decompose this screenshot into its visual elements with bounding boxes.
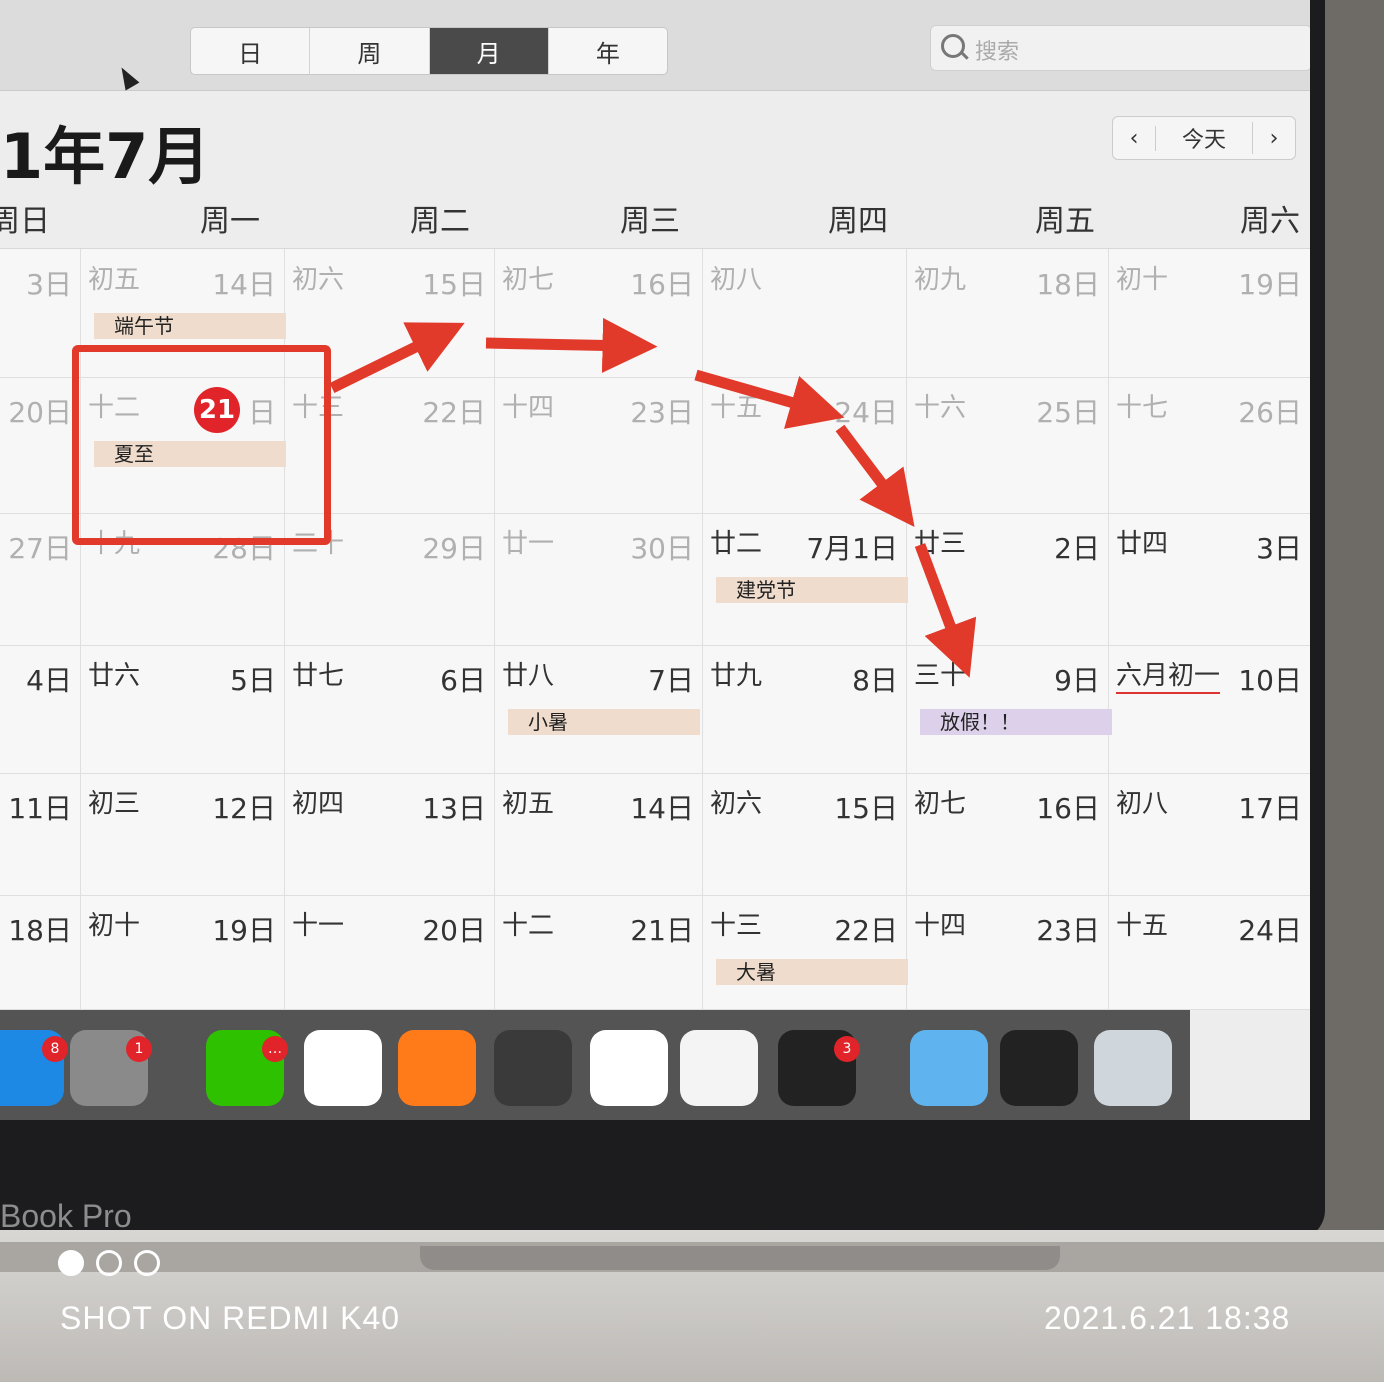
arrow-5 <box>914 543 977 678</box>
camera-watermark: SHOT ON REDMI K40 <box>60 1300 401 1336</box>
arrow-1 <box>329 322 465 393</box>
pagination-dot <box>134 1250 160 1276</box>
pagination-dots <box>58 1250 160 1276</box>
arrow-4 <box>835 424 915 527</box>
annotation-arrows <box>329 317 977 678</box>
pagination-dot <box>58 1250 84 1276</box>
arrow-2 <box>485 317 658 373</box>
pagination-dot <box>96 1250 122 1276</box>
timestamp-watermark: 2021.6.21 18:38 <box>1044 1300 1291 1336</box>
arrow-3 <box>694 369 845 429</box>
